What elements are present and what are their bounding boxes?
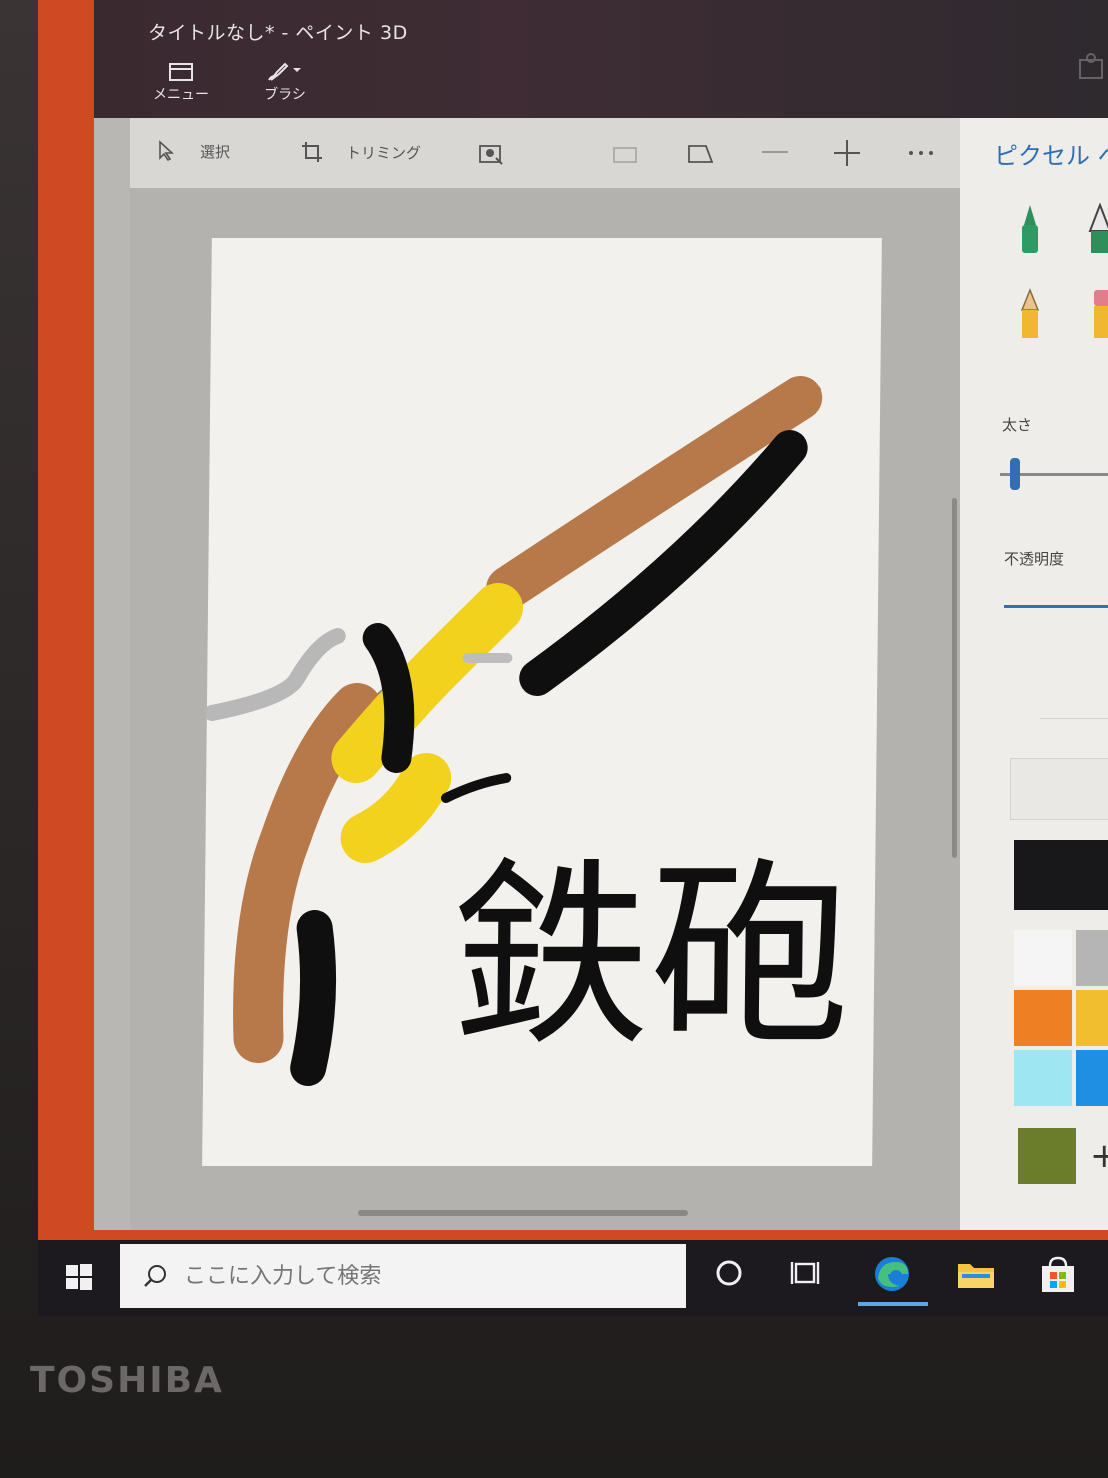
select-label: 選択: [200, 142, 231, 161]
title-bar: タイトルなし* - ペイント 3D メニュー ブラシ: [94, 0, 1108, 118]
swatch-olive[interactable]: [1018, 1128, 1076, 1184]
view-3d-icon[interactable]: [686, 142, 716, 166]
task-view-icon[interactable]: [790, 1258, 824, 1288]
eraser-icon[interactable]: [1086, 286, 1108, 346]
vertical-scrollbar[interactable]: [952, 498, 957, 858]
user-icon[interactable]: [1076, 52, 1106, 82]
select-tool[interactable]: 選択: [156, 140, 230, 162]
opacity-label: 不透明度: [1004, 550, 1065, 568]
panel-title: ピクセル ペン: [994, 142, 1108, 170]
brush-icon: [268, 62, 301, 81]
edge-icon[interactable]: [870, 1254, 914, 1294]
swatch-blue[interactable]: [1076, 1050, 1108, 1106]
color-picker-button[interactable]: カ: [1010, 758, 1108, 820]
thickness-label: 太さ: [1002, 416, 1033, 434]
cortana-icon[interactable]: [714, 1258, 744, 1288]
add-color-button[interactable]: +: [1090, 1136, 1108, 1176]
toshiba-logo: TOSHIBA: [30, 1360, 224, 1401]
edge-active-indicator: [858, 1302, 928, 1306]
thickness-slider-thumb[interactable]: [1010, 458, 1020, 490]
cursor-icon: [159, 140, 175, 162]
windows-start-icon[interactable]: [64, 1262, 94, 1292]
marker-icon[interactable]: [1010, 203, 1050, 263]
menu-label: メニュー: [153, 87, 209, 103]
crop-label: トリミング: [346, 143, 422, 162]
brush-panel: ピクセル ペン 太さ 不透明度: [960, 118, 1108, 1230]
sticker-icon[interactable]: [612, 144, 638, 164]
horizontal-scrollbar[interactable]: [358, 1210, 688, 1216]
magic-select-icon[interactable]: [478, 144, 504, 166]
window-title: タイトルなし* - ペイント 3D: [148, 22, 408, 44]
canvas-area: 鉄砲: [130, 188, 960, 1230]
file-explorer-icon[interactable]: [956, 1256, 996, 1292]
search-icon: [144, 1265, 166, 1287]
screen: タイトルなし* - ペイント 3D メニュー ブラシ 選択 トリミング 鉄砲 ピ…: [38, 0, 1108, 1245]
panel-divider: [1040, 718, 1108, 719]
swatch-white[interactable]: [1014, 930, 1072, 986]
drawing-text: 鉄砲: [449, 841, 852, 1074]
swatch-yellow[interactable]: [1076, 990, 1108, 1046]
opacity-slider[interactable]: [1004, 605, 1108, 608]
more-icon[interactable]: [908, 150, 934, 156]
taskbar-search-box[interactable]: [120, 1244, 686, 1308]
current-color-swatch[interactable]: [1014, 840, 1108, 910]
swatch-gray[interactable]: [1076, 930, 1108, 986]
swatch-orange[interactable]: [1014, 990, 1072, 1046]
crop-tool[interactable]: トリミング: [300, 140, 421, 164]
brush-button[interactable]: ブラシ: [250, 60, 320, 104]
canvas-toolbar: 選択 トリミング: [130, 118, 960, 188]
store-icon[interactable]: [1038, 1256, 1078, 1294]
taskbar: [38, 1240, 1108, 1316]
zoom-in-icon[interactable]: [834, 140, 860, 166]
zoom-out-icon[interactable]: [762, 150, 788, 154]
crop-icon: [302, 142, 322, 162]
swatch-light-blue[interactable]: [1014, 1050, 1072, 1106]
brush-label: ブラシ: [264, 87, 306, 103]
drawing-canvas[interactable]: 鉄砲: [202, 238, 882, 1166]
pencil-icon[interactable]: [1014, 286, 1054, 346]
folder-icon: [169, 63, 193, 81]
calligraphy-pen-icon[interactable]: [1080, 203, 1108, 263]
menu-button[interactable]: メニュー: [146, 60, 216, 104]
search-input[interactable]: [182, 1262, 646, 1290]
paint3d-window: タイトルなし* - ペイント 3D メニュー ブラシ 選択 トリミング 鉄砲 ピ…: [94, 0, 1108, 1230]
